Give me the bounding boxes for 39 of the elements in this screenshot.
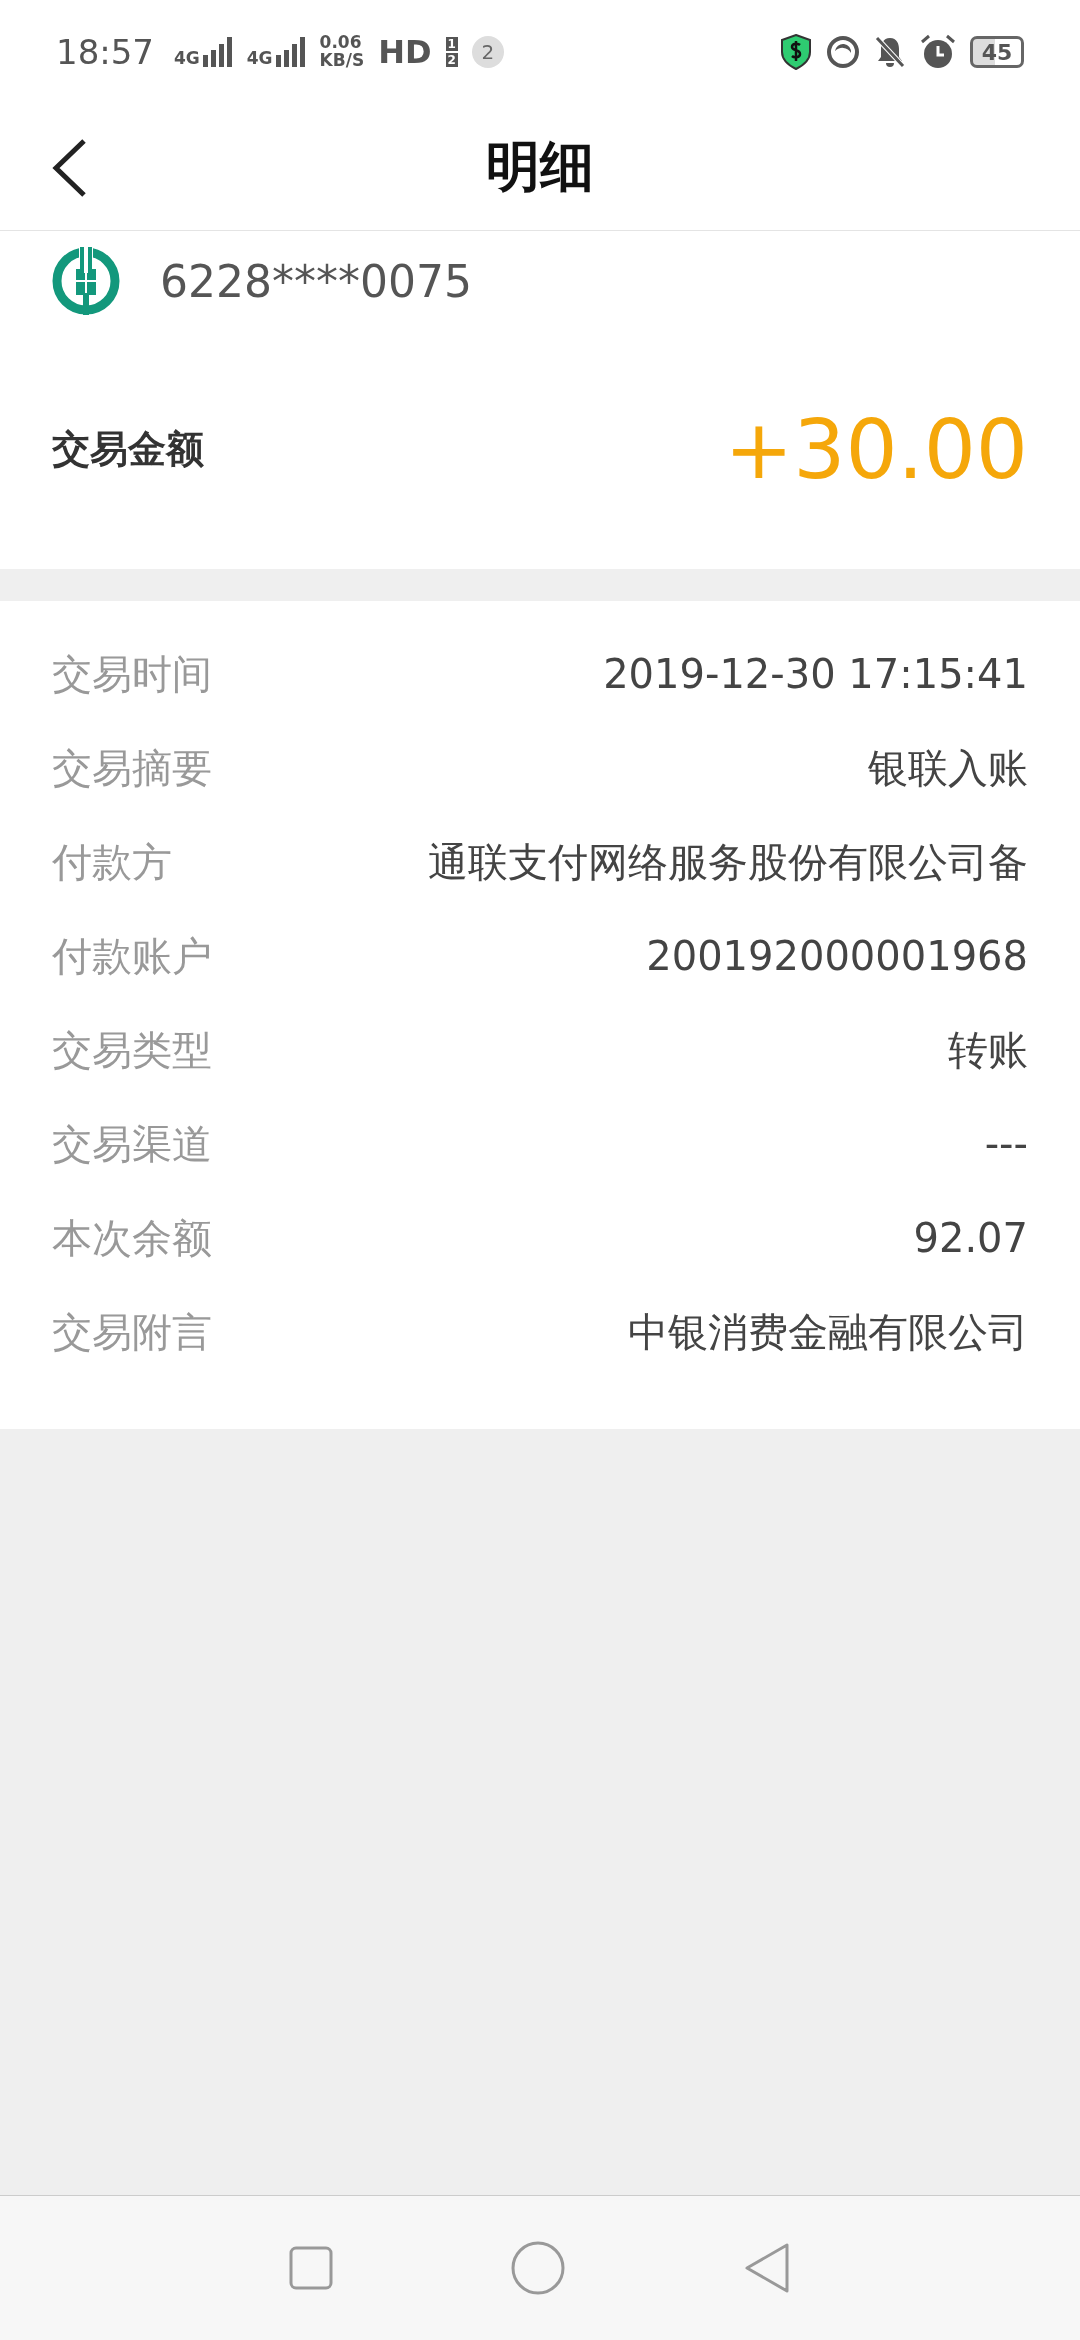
sim-label: 1 — [445, 37, 458, 51]
signal-icon — [275, 37, 306, 67]
detail-value: --- — [984, 1121, 1028, 1167]
detail-value: 2019-12-30 17:15:41 — [603, 651, 1028, 697]
home-icon[interactable] — [510, 2240, 566, 2296]
detail-label: 付款账户 — [52, 931, 212, 981]
detail-label: 付款方 — [52, 837, 172, 887]
detail-label: 本次余额 — [52, 1213, 212, 1263]
detail-value: 银联入账 — [868, 743, 1028, 793]
detail-value: 中银消费金融有限公司 — [628, 1307, 1028, 1357]
status-time: 18:57 — [56, 32, 154, 72]
network-speed: 0.06 KB/S — [319, 34, 365, 70]
sim-label: 2 — [445, 53, 458, 67]
detail-label: 交易时间 — [52, 649, 212, 699]
hd-label: HD — [378, 33, 432, 71]
detail-value: 200192000001968 — [646, 933, 1028, 979]
page-title: 明细 — [486, 133, 594, 200]
battery-level: 45 — [970, 36, 1024, 68]
circle-icon — [826, 35, 860, 69]
detail-value: 转账 — [948, 1025, 1028, 1075]
square-icon[interactable] — [288, 2246, 333, 2290]
detail-value: 通联支付网络服务股份有限公司备 — [428, 837, 1028, 887]
notification-count: 2 — [471, 36, 504, 68]
detail-label: 交易摘要 — [52, 743, 212, 793]
network-label: 4G — [246, 50, 273, 67]
signal-icon — [202, 37, 233, 67]
bell-off-icon — [874, 35, 906, 69]
shield-icon — [780, 34, 812, 70]
amount-label: 交易金额 — [52, 425, 204, 473]
alarm-icon — [920, 34, 956, 70]
network-label: 4G — [174, 50, 200, 67]
card-number: 6228****0075 — [160, 255, 472, 307]
detail-label: 交易渠道 — [52, 1119, 212, 1169]
bank-logo-icon — [52, 247, 120, 315]
amount-value: +30.00 — [724, 401, 1028, 497]
detail-label: 交易附言 — [52, 1307, 212, 1357]
detail-label: 交易类型 — [52, 1025, 212, 1075]
detail-value: 92.07 — [913, 1215, 1028, 1261]
back-triangle-icon[interactable] — [743, 2242, 792, 2294]
